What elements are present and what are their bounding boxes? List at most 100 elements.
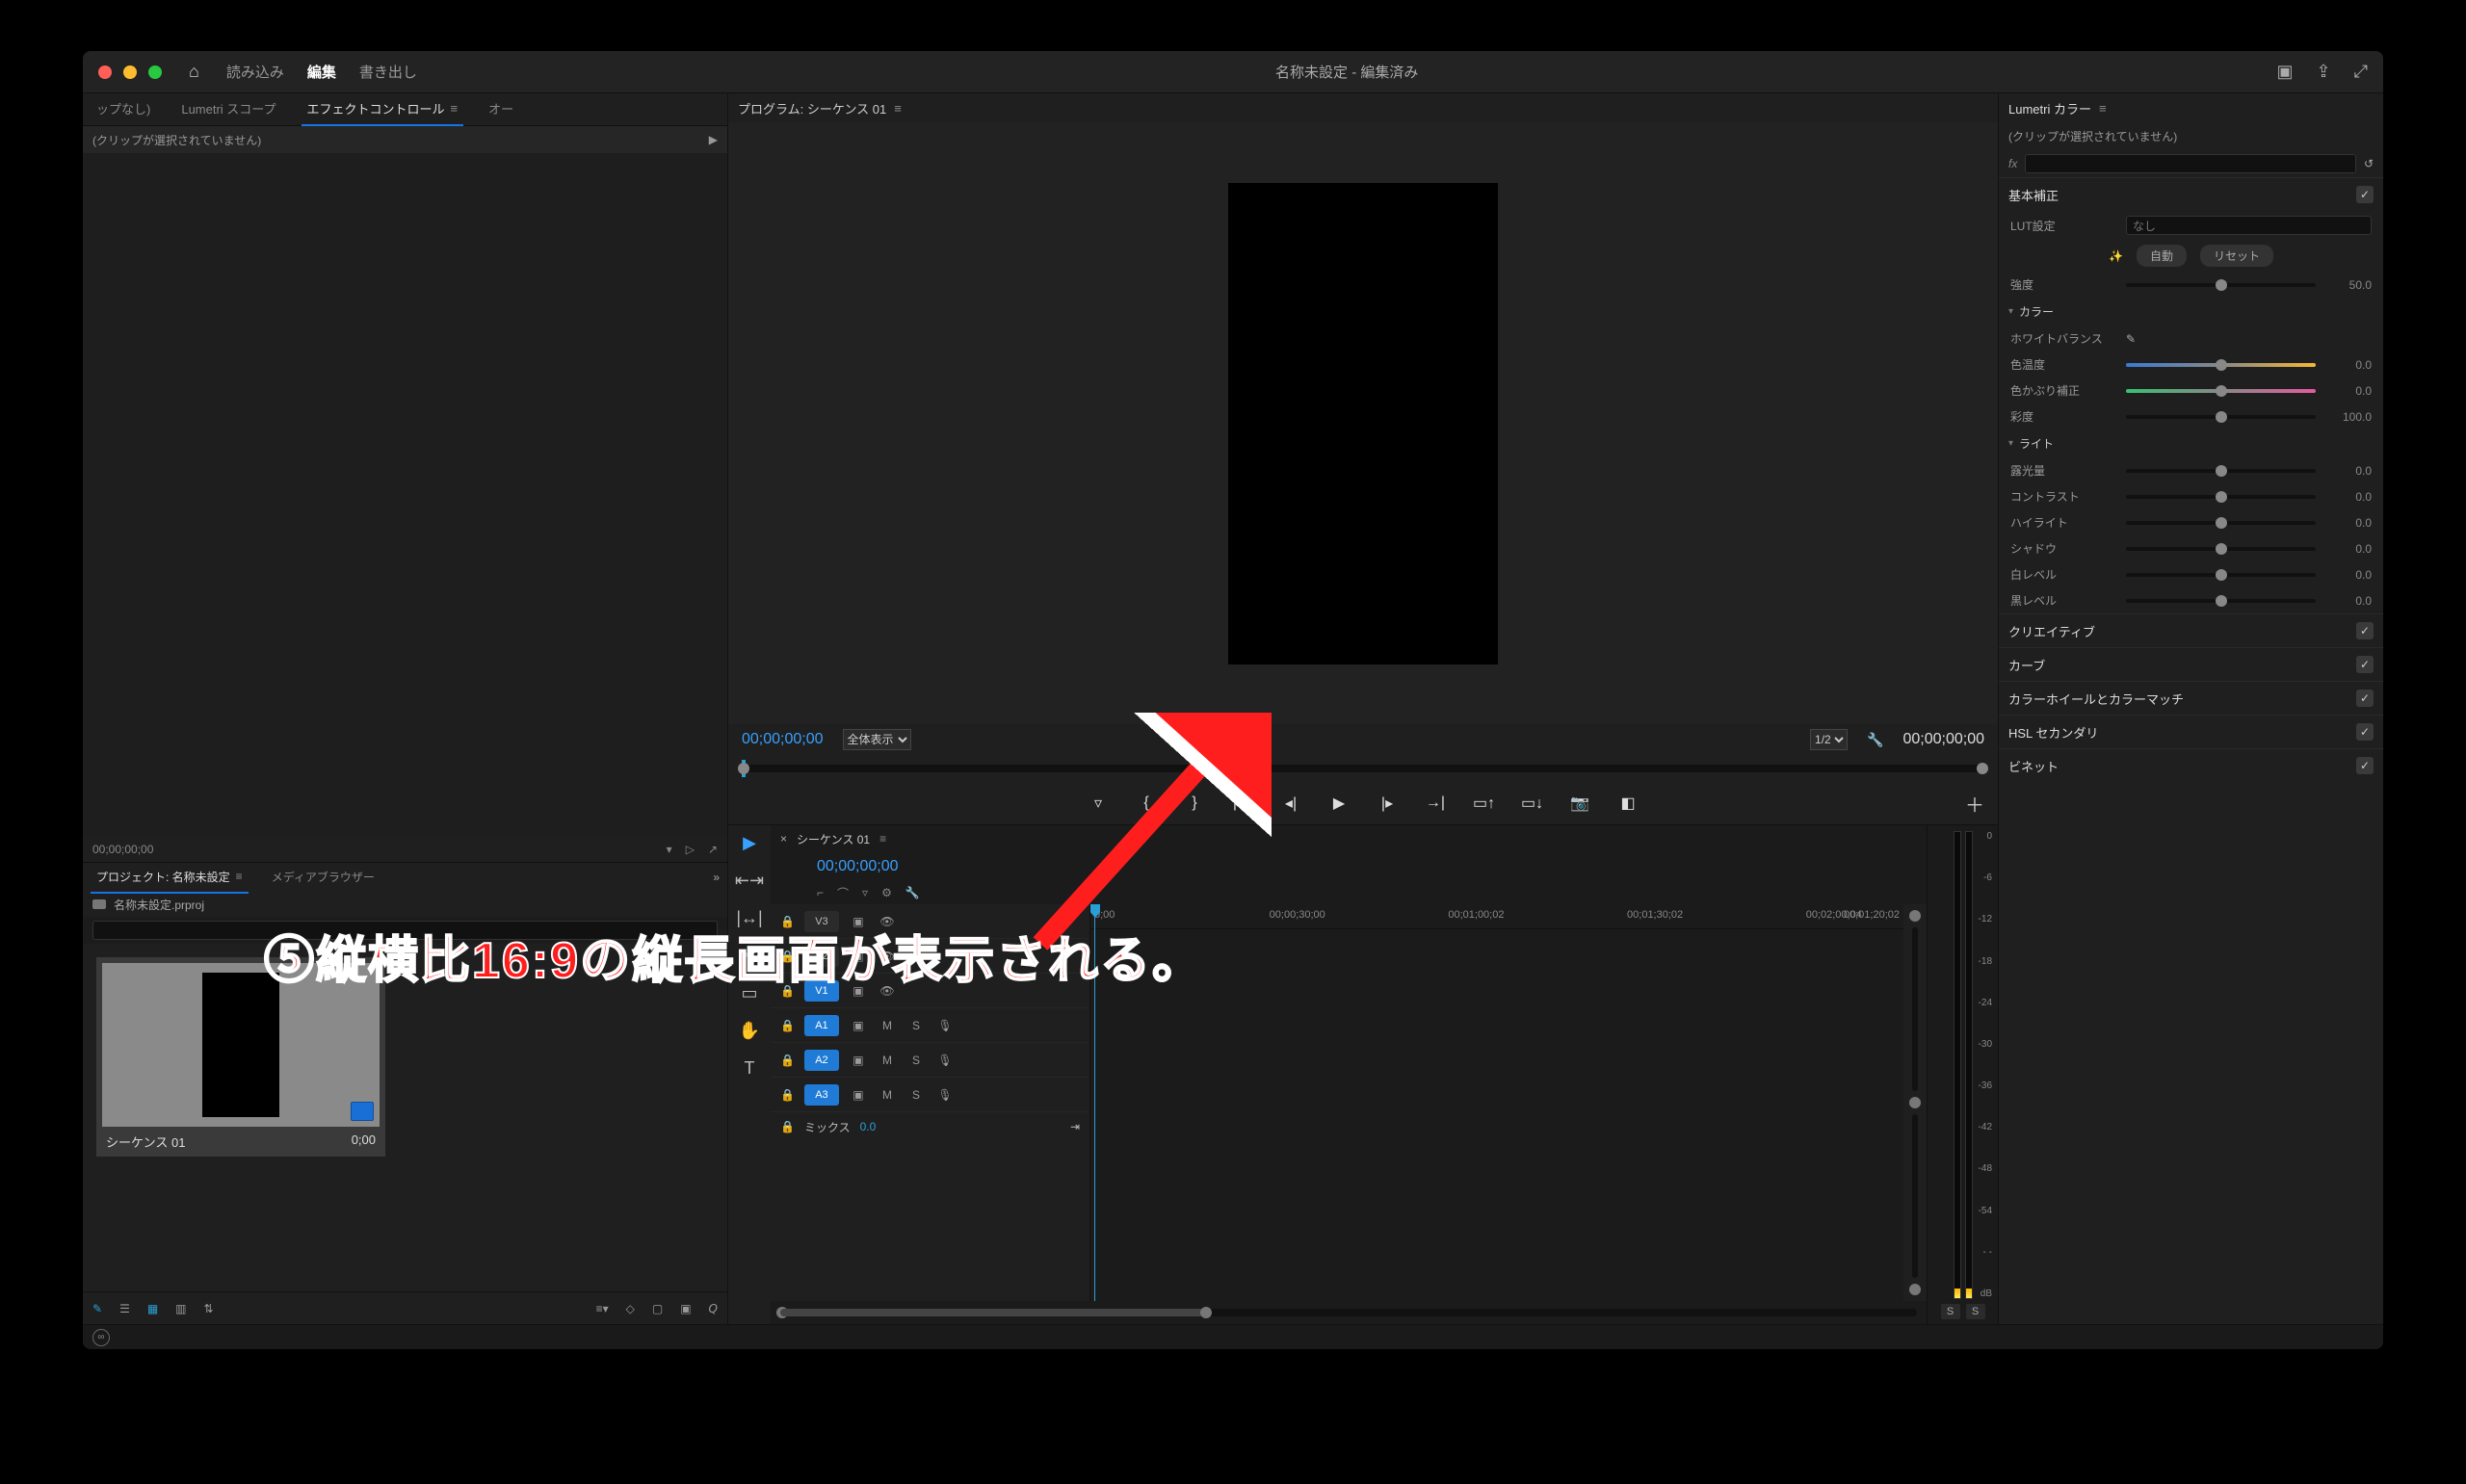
project-bin-area[interactable]: シーケンス 01 0;00 xyxy=(83,944,727,1291)
mark-out-button[interactable]: } xyxy=(1184,794,1205,812)
list-view-icon[interactable]: ☰ xyxy=(119,1302,130,1315)
mute-button[interactable]: M xyxy=(878,1088,897,1102)
settings-wrench-icon[interactable]: 🔧 xyxy=(1867,732,1883,748)
tab-lumetri-scopes[interactable]: Lumetri スコープ xyxy=(175,93,281,126)
lumetri-reset-icon[interactable]: ↺ xyxy=(2364,157,2374,170)
ripple-edit-tool-icon[interactable]: |↔| xyxy=(736,908,762,928)
solo-left-button[interactable]: S xyxy=(1941,1304,1960,1319)
solo-button[interactable]: S xyxy=(906,1019,926,1032)
type-tool-icon[interactable]: T xyxy=(745,1058,755,1079)
eye-icon[interactable]: 👁 xyxy=(878,915,897,928)
lock-icon[interactable]: 🔒 xyxy=(780,1019,795,1032)
tab-audio-truncated[interactable]: オー xyxy=(483,93,519,126)
marker-icon[interactable]: ▿ xyxy=(862,886,868,899)
close-sequence-icon[interactable]: × xyxy=(780,832,787,846)
add-marker-button[interactable]: ▿ xyxy=(1088,794,1109,813)
slip-tool-icon[interactable]: ▭ xyxy=(741,983,757,1003)
lock-icon[interactable]: 🔒 xyxy=(780,950,795,963)
hsl-enable-checkbox[interactable]: ✓ xyxy=(2356,723,2374,741)
program-scrub-bar[interactable] xyxy=(742,765,1984,772)
icon-view-icon[interactable]: ▦ xyxy=(147,1302,158,1315)
lock-icon[interactable]: 🔒 xyxy=(780,1054,795,1067)
effect-controls-play-icon[interactable]: ▶ xyxy=(709,133,718,146)
whites-slider[interactable] xyxy=(2126,573,2316,577)
sort-icon[interactable]: ⇅ xyxy=(204,1302,214,1315)
sequence-tab-label[interactable]: シーケンス 01 xyxy=(797,831,870,847)
program-panel-menu-icon[interactable]: ≡ xyxy=(894,101,902,116)
timeline-panel-menu-icon[interactable]: ≡ xyxy=(879,832,886,846)
section-basic-correction[interactable]: 基本補正 xyxy=(2008,186,2059,204)
play-button[interactable]: ▶ xyxy=(1328,794,1350,813)
new-bin-icon[interactable]: ▢ xyxy=(652,1302,663,1315)
contrast-slider[interactable] xyxy=(2126,495,2316,499)
timeline-vertical-zoom[interactable] xyxy=(1903,904,1927,1301)
wrench-icon[interactable]: 🔧 xyxy=(905,886,920,899)
timeline-horizontal-zoom[interactable] xyxy=(780,1309,1917,1316)
light-subsection[interactable]: ライト xyxy=(1999,430,2383,457)
go-to-out-button[interactable]: →| xyxy=(1425,794,1446,812)
selection-tool-icon[interactable]: ▶ xyxy=(743,833,756,853)
lock-icon[interactable]: 🔒 xyxy=(780,984,795,998)
vzoom-mid-knob[interactable] xyxy=(1909,1097,1921,1108)
mark-in-button[interactable]: { xyxy=(1136,794,1157,812)
auto-button[interactable]: 自動 xyxy=(2137,245,2187,267)
new-item-icon[interactable]: ▣ xyxy=(680,1302,691,1315)
panel-menu-icon[interactable]: ≡ xyxy=(451,101,459,116)
section-curves[interactable]: カーブ xyxy=(2008,656,2045,674)
razor-tool-icon[interactable]: ✂ xyxy=(742,946,756,966)
expand-mix-icon[interactable]: ⇥ xyxy=(1070,1120,1080,1133)
toggle-output-icon[interactable]: ▣ xyxy=(849,984,868,998)
linked-selection-icon[interactable]: ⌒ xyxy=(837,885,849,901)
track-v2[interactable]: 🔒V2▣👁 xyxy=(771,939,1089,974)
mute-button[interactable]: M xyxy=(878,1054,897,1067)
toggle-output-icon[interactable]: ▣ xyxy=(849,950,868,963)
workspace-import[interactable]: 読み込み xyxy=(226,58,284,86)
mute-button[interactable]: M xyxy=(878,1019,897,1032)
eye-icon[interactable]: 👁 xyxy=(878,984,897,998)
wheels-enable-checkbox[interactable]: ✓ xyxy=(2356,690,2374,707)
solo-right-button[interactable]: S xyxy=(1966,1304,1985,1319)
section-hsl-secondary[interactable]: HSL セカンダリ xyxy=(2008,723,2098,742)
section-vignette[interactable]: ビネット xyxy=(2008,757,2059,775)
vzoom-top-knob[interactable] xyxy=(1909,910,1921,922)
tab-effect-controls[interactable]: エフェクトコントロール≡ xyxy=(302,93,464,126)
creative-cloud-icon[interactable]: ∞ xyxy=(92,1329,110,1346)
scrub-knob-right[interactable] xyxy=(1977,763,1988,774)
vzoom-bottom-knob[interactable] xyxy=(1909,1284,1921,1295)
comparison-view-button[interactable]: ◧ xyxy=(1617,794,1639,813)
sequence-clip-card[interactable]: シーケンス 01 0;00 xyxy=(96,957,385,1157)
effect-controls-timecode[interactable]: 00;00;00;00 xyxy=(92,843,153,856)
eye-icon[interactable]: 👁 xyxy=(878,950,897,963)
voiceover-icon[interactable]: 🎙 xyxy=(935,1054,955,1067)
zoom-fit-select[interactable]: 全体表示 xyxy=(843,729,911,750)
curves-enable-checkbox[interactable]: ✓ xyxy=(2356,656,2374,673)
toggle-output-icon[interactable]: ▣ xyxy=(849,1019,868,1032)
temperature-slider[interactable] xyxy=(2126,363,2316,367)
track-v1[interactable]: 🔒V1▣👁 xyxy=(771,974,1089,1008)
section-creative[interactable]: クリエイティブ xyxy=(2008,622,2095,640)
settings-icon[interactable]: ⚙ xyxy=(881,886,892,899)
home-icon[interactable]: ⌂ xyxy=(189,62,199,82)
button-editor-icon[interactable]: ＋ xyxy=(1965,790,1984,818)
toggle-output-icon[interactable]: ▣ xyxy=(849,1054,868,1067)
track-select-tool-icon[interactable]: ⇤⇥ xyxy=(735,871,764,891)
toggle-output-icon[interactable]: ▣ xyxy=(849,915,868,928)
freeform-view-icon[interactable]: ✎ xyxy=(92,1302,102,1315)
intensity-slider[interactable] xyxy=(2126,283,2316,287)
track-a1[interactable]: 🔒A1▣MS🎙 xyxy=(771,1008,1089,1043)
track-a3[interactable]: 🔒A3▣MS🎙 xyxy=(771,1078,1089,1112)
section-color-wheels[interactable]: カラーホイールとカラーマッチ xyxy=(2008,690,2184,708)
program-timecode-in[interactable]: 00;00;00;00 xyxy=(742,731,824,748)
highlights-slider[interactable] xyxy=(2126,521,2316,525)
lumetri-panel-menu-icon[interactable]: ≡ xyxy=(2099,101,2107,116)
timeline-canvas[interactable]: 0;00 00;00;30;00 00;01;00;02 00;01;30;02… xyxy=(1090,904,1903,1301)
minimize-window-button[interactable] xyxy=(123,65,137,79)
solo-button[interactable]: S xyxy=(906,1088,926,1102)
lock-icon[interactable]: 🔒 xyxy=(780,1120,795,1133)
close-window-button[interactable] xyxy=(98,65,112,79)
extract-button[interactable]: ▭↓ xyxy=(1521,794,1542,813)
maximize-window-button[interactable] xyxy=(148,65,162,79)
color-subsection[interactable]: カラー xyxy=(1999,298,2383,325)
program-tab-label[interactable]: プログラム: シーケンス 01 xyxy=(738,99,886,117)
step-back-button[interactable]: ◂| xyxy=(1280,794,1301,813)
